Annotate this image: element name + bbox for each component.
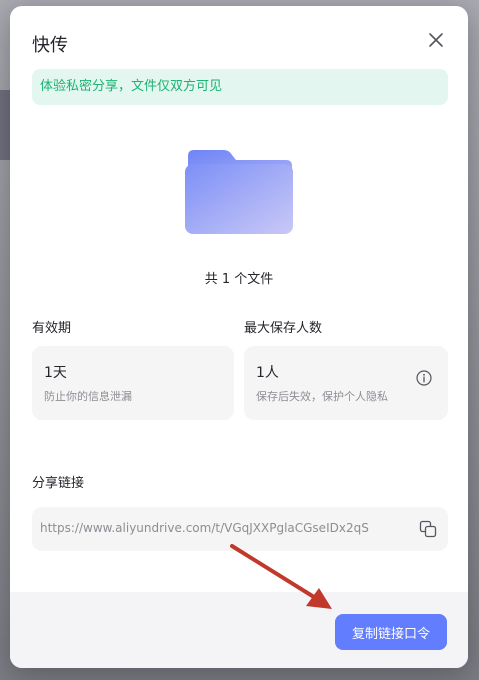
close-icon — [429, 33, 443, 47]
validity-hint: 防止你的信息泄漏 — [44, 390, 132, 403]
info-icon[interactable] — [416, 370, 432, 386]
quick-share-dialog: 快传 体验私密分享，文件仅双方可见 共 1 个文件 有效期 最大保存人数 1天 … — [10, 6, 468, 668]
dialog-title: 快传 — [32, 35, 68, 56]
folder-icon — [185, 150, 293, 234]
file-count: 共 1 个文件 — [204, 272, 274, 287]
validity-label: 有效期 — [32, 321, 72, 336]
privacy-notice: 体验私密分享，文件仅双方可见 — [32, 69, 448, 105]
share-link-label: 分享链接 — [32, 476, 85, 491]
max-savers-hint: 保存后失效，保护个人隐私 — [256, 390, 388, 403]
share-link-field[interactable]: https://www.aliyundrive.com/t/VGqJXXPgla… — [32, 507, 448, 551]
copy-icon[interactable] — [419, 520, 437, 538]
share-link-url: https://www.aliyundrive.com/t/VGqJXXPgla… — [40, 521, 369, 535]
max-savers-selector[interactable]: 1人 保存后失效，保护个人隐私 — [244, 346, 448, 420]
max-savers-label: 最大保存人数 — [244, 321, 323, 336]
max-savers-value: 1人 — [256, 365, 279, 381]
copy-link-code-button[interactable]: 复制链接口令 — [335, 614, 447, 650]
annotation-arrow — [230, 544, 332, 609]
close-button[interactable] — [422, 26, 450, 54]
validity-value: 1天 — [44, 365, 67, 381]
validity-selector[interactable]: 1天 防止你的信息泄漏 — [32, 346, 234, 420]
